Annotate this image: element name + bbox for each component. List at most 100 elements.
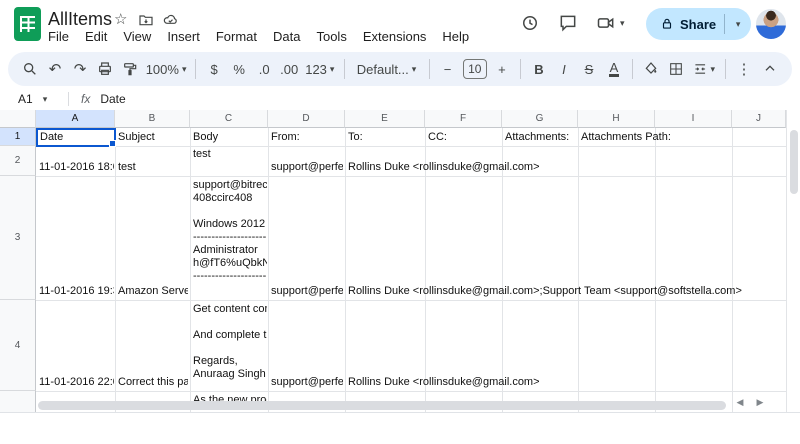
vertical-scrollbar-thumb[interactable]	[790, 130, 798, 194]
row-header-3[interactable]: 3	[0, 176, 36, 300]
cell-B4[interactable]: Correct this page	[118, 376, 188, 389]
selection-border	[36, 128, 116, 147]
increase-decimal-button[interactable]: .00	[277, 57, 301, 81]
cell-C1[interactable]: Body	[193, 131, 218, 144]
col-header-G[interactable]: G	[502, 110, 578, 128]
format-currency-button[interactable]: $	[202, 57, 226, 81]
font-size-input[interactable]: 10	[463, 59, 487, 79]
row-header-5-partial[interactable]	[0, 391, 36, 412]
col-header-I[interactable]: I	[655, 110, 732, 128]
toolbar-divider	[520, 59, 521, 79]
col-header-F[interactable]: F	[425, 110, 502, 128]
cell-G1[interactable]: Attachments:	[505, 131, 569, 144]
font-select[interactable]: Default...▾	[351, 57, 423, 81]
format-percent-button[interactable]: %	[227, 57, 251, 81]
cell-B3[interactable]: Amazon Server (	[118, 285, 188, 298]
number-format-button[interactable]: 123▾	[302, 57, 337, 81]
gridline	[578, 128, 579, 412]
more-options-icon[interactable]: ⋮	[732, 57, 756, 81]
cell-B1[interactable]: Subject	[118, 131, 155, 144]
bold-button[interactable]: B	[527, 57, 551, 81]
horizontal-scrollbar-thumb[interactable]	[38, 401, 726, 410]
row-header-4[interactable]: 4	[0, 300, 36, 391]
user-avatar[interactable]	[756, 9, 786, 39]
share-caret-icon[interactable]: ▾	[725, 19, 751, 30]
menu-view[interactable]: View	[119, 27, 155, 46]
menu-help[interactable]: Help	[438, 27, 473, 46]
sheets-logo-icon[interactable]	[14, 7, 41, 41]
menu-format[interactable]: Format	[212, 27, 261, 46]
cell-A3[interactable]: 11-01-2016 19:3	[39, 285, 114, 298]
cell-D4[interactable]: support@perfect	[271, 376, 343, 389]
cell-E2[interactable]: Rollins Duke <rollinsduke@gmail.com>	[348, 161, 540, 174]
decrease-decimal-button[interactable]: .0	[252, 57, 276, 81]
col-header-C[interactable]: C	[190, 110, 268, 128]
number-format-caret-icon: ▾	[330, 64, 335, 75]
scroll-right-icon[interactable]: ▶	[752, 397, 768, 408]
col-header-J[interactable]: J	[732, 110, 786, 128]
italic-button[interactable]: I	[552, 57, 576, 81]
cell-C4[interactable]: Get content corre And complete the Regar…	[193, 303, 267, 388]
cell-C3[interactable]: support@bitreco 408ccirc408 Windows 2012…	[193, 179, 267, 297]
gridline	[115, 128, 116, 412]
meet-caret-icon[interactable]: ▾	[620, 18, 625, 29]
decrease-font-size-button[interactable]: −	[436, 57, 460, 81]
cell-E4[interactable]: Rollins Duke <rollinsduke@gmail.com>	[348, 376, 540, 389]
borders-icon[interactable]	[664, 57, 688, 81]
menu-tools[interactable]: Tools	[312, 27, 350, 46]
menu-insert[interactable]: Insert	[163, 27, 204, 46]
cell-D3[interactable]: support@perfect	[271, 285, 343, 298]
menu-bar: File Edit View Insert Format Data Tools …	[44, 27, 473, 46]
row-header-1[interactable]: 1	[0, 128, 36, 146]
gridline	[36, 146, 786, 147]
scroll-left-icon[interactable]: ◀	[732, 397, 748, 408]
cloud-saved-icon[interactable]	[162, 12, 179, 28]
row-header-2[interactable]: 2	[0, 146, 36, 176]
collapse-toolbar-icon[interactable]	[758, 57, 782, 81]
move-folder-icon[interactable]	[138, 12, 154, 28]
cell-B2[interactable]: test	[118, 161, 136, 174]
corner-header[interactable]	[0, 110, 36, 128]
cell-E3[interactable]: Rollins Duke <rollinsduke@gmail.com>;Sup…	[348, 285, 742, 298]
cell-A2[interactable]: 11-01-2016 18:0	[39, 161, 114, 174]
col-header-H[interactable]: H	[578, 110, 655, 128]
cell-D2[interactable]: support@perfect	[271, 161, 343, 174]
cell-D1[interactable]: From:	[271, 131, 300, 144]
formula-input[interactable]: Date	[100, 92, 125, 106]
gridline	[36, 391, 786, 392]
col-header-A[interactable]: A	[36, 110, 115, 128]
vertical-scrollbar[interactable]	[786, 110, 800, 412]
redo-icon[interactable]: ↷	[68, 57, 92, 81]
paint-format-icon[interactable]	[118, 57, 142, 81]
cell-A4[interactable]: 11-01-2016 22:0	[39, 376, 114, 389]
col-header-D[interactable]: D	[268, 110, 345, 128]
menu-edit[interactable]: Edit	[81, 27, 111, 46]
meet-camera-icon[interactable]	[596, 13, 616, 33]
merge-cells-button[interactable]: ▾	[689, 57, 719, 81]
menu-data[interactable]: Data	[269, 27, 304, 46]
col-header-B[interactable]: B	[115, 110, 190, 128]
name-box[interactable]: A1 ▾	[0, 92, 62, 106]
cell-C2[interactable]: test	[193, 148, 267, 161]
strikethrough-button[interactable]: S	[577, 57, 601, 81]
zoom-select[interactable]: 100%▾	[143, 57, 189, 81]
star-icon[interactable]: ☆	[114, 12, 127, 28]
col-header-E[interactable]: E	[345, 110, 425, 128]
share-button[interactable]: Share	[646, 8, 724, 40]
text-color-button[interactable]: A	[602, 57, 626, 81]
print-icon[interactable]	[93, 57, 117, 81]
fill-handle[interactable]	[109, 140, 116, 147]
cell-H1[interactable]: Attachments Path:	[581, 131, 671, 144]
comments-icon[interactable]	[558, 13, 578, 33]
increase-font-size-button[interactable]: +	[490, 57, 514, 81]
search-icon[interactable]	[18, 57, 42, 81]
menu-extensions[interactable]: Extensions	[359, 27, 431, 46]
gridline	[345, 128, 346, 412]
cell-F1[interactable]: CC:	[428, 131, 447, 144]
menu-file[interactable]: File	[44, 27, 73, 46]
cell-E1[interactable]: To:	[348, 131, 363, 144]
undo-icon[interactable]: ↶	[43, 57, 67, 81]
version-history-icon[interactable]	[520, 13, 540, 33]
name-box-caret-icon[interactable]: ▾	[43, 94, 48, 105]
fill-color-icon[interactable]	[639, 57, 663, 81]
